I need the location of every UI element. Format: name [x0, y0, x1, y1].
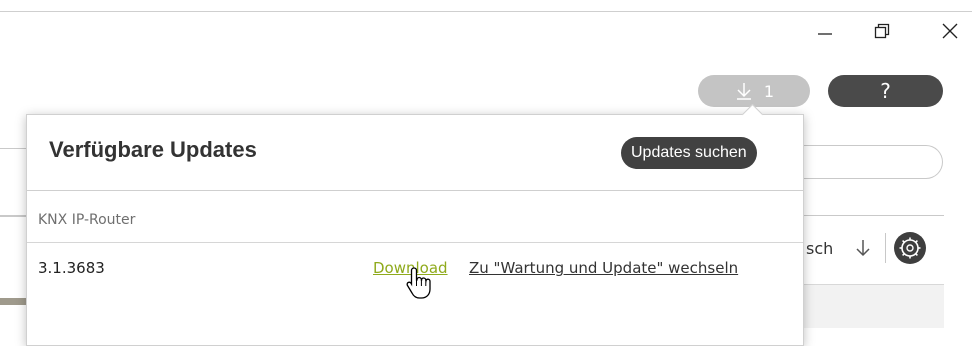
sort-label: sch — [806, 238, 834, 258]
background-search-field[interactable] — [790, 145, 943, 179]
help-button[interactable]: ? — [828, 75, 943, 107]
downloads-count: 1 — [763, 81, 775, 101]
window-top-border — [0, 11, 972, 12]
background-divider — [0, 148, 26, 149]
download-arrow-icon — [736, 83, 751, 100]
minimize-icon — [818, 33, 832, 35]
gear-icon — [899, 237, 921, 259]
update-version: 3.1.3683 — [38, 259, 105, 277]
popover-divider — [27, 190, 803, 191]
background-sort-control[interactable]: sch — [800, 233, 887, 263]
minimize-button[interactable] — [805, 18, 845, 44]
popover-divider — [27, 242, 803, 243]
close-button[interactable] — [930, 18, 970, 44]
hand-cursor-icon — [406, 267, 431, 299]
background-divider — [0, 216, 26, 217]
restore-icon — [874, 23, 890, 39]
search-updates-button[interactable]: Updates suchen — [621, 137, 757, 169]
close-icon — [942, 23, 958, 39]
arrow-down-icon — [856, 240, 870, 257]
help-label: ? — [880, 79, 891, 103]
downloads-button[interactable]: 1 — [698, 75, 810, 107]
restore-button[interactable] — [862, 18, 902, 44]
toolbar-separator — [885, 233, 887, 263]
device-group-label: KNX IP-Router — [38, 212, 136, 228]
maintenance-update-link[interactable]: Zu "Wartung und Update" wechseln — [469, 259, 738, 277]
background-toolbar — [800, 284, 944, 328]
settings-button[interactable] — [894, 232, 926, 264]
updates-popover: Verfügbare Updates Updates suchen KNX IP… — [26, 114, 804, 346]
background-list-marker — [0, 298, 26, 305]
popover-title: Verfügbare Updates — [49, 137, 257, 162]
